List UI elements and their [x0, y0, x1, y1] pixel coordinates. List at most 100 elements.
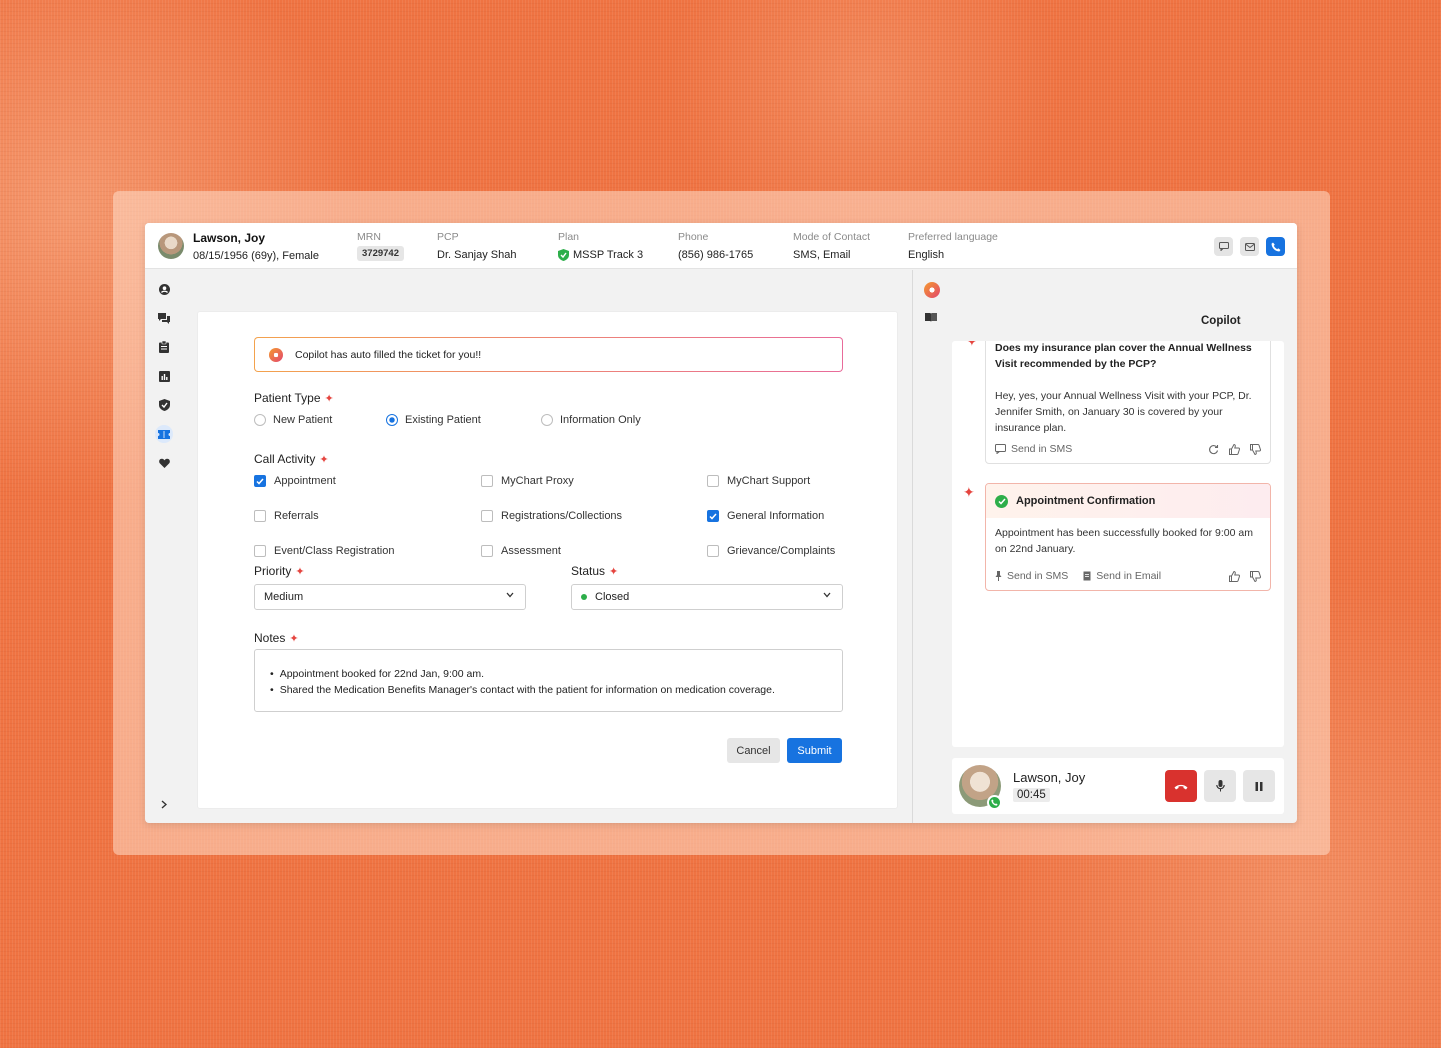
status-heading: Status ✦ — [571, 564, 618, 578]
chat-icon — [1218, 242, 1229, 251]
checkbox[interactable] — [481, 475, 493, 487]
chevron-down-icon — [506, 592, 514, 598]
submit-button[interactable]: Submit — [787, 738, 842, 763]
pcp-field: PCP Dr. Sanjay Shah — [437, 231, 517, 261]
nav-coverage[interactable] — [155, 396, 173, 414]
radio-existing-patient[interactable]: Existing Patient — [386, 414, 481, 426]
nav-clipboard[interactable] — [155, 338, 173, 356]
checkbox[interactable] — [254, 545, 266, 557]
chat-message-appointment: Appointment Confirmation Appointment has… — [985, 483, 1271, 591]
cancel-button[interactable]: Cancel — [727, 738, 780, 763]
sparkle-icon: ✦ — [289, 632, 299, 645]
radio-new-patient[interactable]: New Patient — [254, 414, 332, 426]
app-window: Lawson, Joy 08/15/1956 (69y), Female MRN… — [145, 223, 1297, 823]
send-email-link[interactable]: Send in Email — [1096, 570, 1161, 582]
checkbox-label: Grievance/Complaints — [727, 545, 836, 557]
checkbox-label: General Information — [727, 510, 825, 522]
patient-avatar — [158, 233, 184, 259]
radio-circle-selected[interactable] — [386, 414, 398, 426]
patient-header: Lawson, Joy 08/15/1956 (69y), Female MRN… — [145, 223, 1297, 269]
message-body: Appointment has been successfully booked… — [995, 527, 1253, 555]
radio-circle[interactable] — [541, 414, 553, 426]
radio-label: New Patient — [273, 414, 333, 426]
nav-messages[interactable] — [155, 309, 173, 327]
check-circle-icon — [995, 494, 1008, 508]
checkbox[interactable] — [707, 475, 719, 487]
microphone-icon — [1215, 780, 1225, 792]
checkbox-label: MyChart Proxy — [501, 475, 574, 487]
banner-text: Copilot has auto filled the ticket for y… — [295, 348, 482, 361]
checkbox[interactable] — [481, 545, 493, 557]
patient-name: Lawson, Joy — [193, 231, 266, 245]
status-select[interactable]: Closed — [571, 584, 843, 610]
notes-textarea[interactable]: • Appointment booked for 22nd Jan, 9:00 a… — [254, 649, 843, 712]
checkbox[interactable] — [254, 510, 266, 522]
phone-icon — [991, 799, 998, 806]
sms-icon — [995, 444, 1006, 454]
chat-message-insurance: Does my insurance plan cover the Annual … — [985, 341, 1271, 464]
checkbox-grievance[interactable]: Grievance/Complaints — [707, 545, 835, 557]
checkbox-event-registration[interactable]: Event/Class Registration — [254, 545, 394, 557]
hold-button[interactable] — [1243, 770, 1275, 802]
mute-button[interactable] — [1204, 770, 1236, 802]
checkbox[interactable] — [707, 545, 719, 557]
checkbox[interactable] — [481, 510, 493, 522]
pause-icon — [1255, 781, 1263, 791]
thumbs-up-icon[interactable] — [1229, 570, 1240, 582]
radio-information-only[interactable]: Information Only — [541, 414, 641, 426]
checkbox-registrations[interactable]: Registrations/Collections — [481, 510, 622, 522]
expand-rail-button[interactable] — [155, 795, 173, 813]
phone-link[interactable]: (856) 986-1765 — [678, 249, 753, 261]
email-button[interactable] — [1240, 237, 1259, 256]
checkbox-label: Appointment — [274, 475, 336, 487]
copilot-icon[interactable] — [924, 282, 940, 298]
pcp-value: Dr. Sanjay Shah — [437, 249, 517, 261]
chat-bubbles-icon — [158, 312, 170, 324]
checkbox-general-information[interactable]: General Information — [707, 510, 824, 522]
mrn-value: 3729742 — [357, 246, 404, 261]
radio-label: Information Only — [560, 414, 641, 426]
checkbox-mychart-support[interactable]: MyChart Support — [707, 475, 810, 487]
thumbs-down-icon[interactable] — [1250, 570, 1261, 582]
shield-check-icon — [158, 399, 170, 411]
sparkle-icon: ✦ — [966, 341, 978, 349]
checkbox-referrals[interactable]: Referrals — [254, 510, 319, 522]
call-active-badge — [987, 795, 1002, 810]
contact-mode-label: Mode of Contact — [793, 231, 871, 243]
chevron-down-icon — [823, 592, 831, 598]
send-sms-link[interactable]: Send in SMS — [1007, 570, 1068, 582]
clipboard-icon — [159, 341, 169, 353]
radio-circle[interactable] — [254, 414, 266, 426]
status-value: Closed — [595, 591, 630, 603]
checkbox-mychart-proxy[interactable]: MyChart Proxy — [481, 475, 574, 487]
status-label: Status — [571, 564, 606, 578]
checkbox-checked[interactable] — [254, 475, 266, 487]
checkbox-checked[interactable] — [707, 510, 719, 522]
language-label: Preferred language — [908, 231, 998, 243]
call-button[interactable] — [1266, 237, 1285, 256]
ticket-form: Copilot has auto filled the ticket for y… — [197, 311, 898, 809]
nav-tickets[interactable] — [155, 425, 173, 443]
send-sms-link[interactable]: Send in SMS — [1011, 443, 1072, 455]
sparkle-icon: ✦ — [609, 565, 619, 578]
regenerate-icon[interactable] — [1208, 444, 1219, 455]
check-icon — [256, 478, 264, 485]
chat-button[interactable] — [1214, 237, 1233, 256]
checkbox-assessment[interactable]: Assessment — [481, 545, 561, 557]
call-activity-heading: Call Activity ✦ — [254, 452, 329, 466]
message-answer: Hey, yes, your Annual Wellness Visit wit… — [995, 390, 1252, 434]
book-icon[interactable] — [925, 313, 937, 322]
nav-health[interactable] — [155, 454, 173, 472]
priority-select[interactable]: Medium — [254, 584, 526, 610]
message-question: Does my insurance plan cover the Annual … — [995, 342, 1252, 370]
nav-profile[interactable] — [155, 280, 173, 298]
checkbox-appointment[interactable]: Appointment — [254, 475, 336, 487]
nav-reports[interactable] — [155, 367, 173, 385]
hang-up-button[interactable] — [1165, 770, 1197, 802]
thumbs-down-icon[interactable] — [1250, 443, 1261, 455]
active-call-bar: Lawson, Joy 00:45 — [952, 758, 1284, 814]
note-line: Appointment booked for 22nd Jan, 9:00 am… — [279, 668, 484, 680]
chevron-right-icon — [161, 799, 167, 809]
thumbs-up-icon[interactable] — [1229, 443, 1240, 455]
panel-divider — [912, 270, 913, 823]
